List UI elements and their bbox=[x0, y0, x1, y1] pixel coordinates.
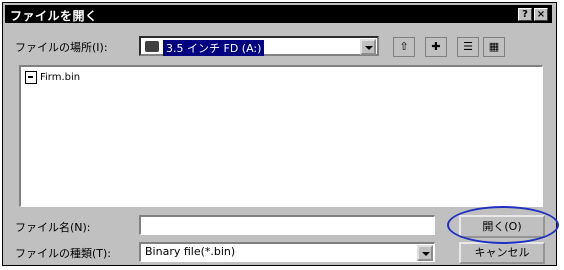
highlight-ellipse bbox=[447, 206, 559, 244]
details-view-icon: ▦ bbox=[488, 40, 500, 53]
title-bar: ファイルを開く ? × bbox=[5, 5, 552, 23]
file-name-label: ファイル名(N): bbox=[15, 221, 91, 234]
list-view-button[interactable]: ☰ bbox=[457, 37, 479, 57]
file-item[interactable]: Firm.bin bbox=[25, 71, 80, 84]
new-folder-button[interactable]: ✚ bbox=[425, 37, 447, 57]
look-in-value: 3.5 インチ FD (A:) bbox=[163, 40, 265, 56]
file-type-label: ファイルの種類(T): bbox=[15, 247, 112, 260]
cancel-button[interactable]: キャンセル bbox=[459, 242, 545, 264]
look-in-dropdown-button[interactable] bbox=[360, 39, 376, 55]
look-in-label: ファイルの場所(I): bbox=[15, 41, 108, 54]
close-button[interactable]: × bbox=[534, 8, 548, 21]
floppy-drive-icon bbox=[145, 41, 159, 52]
file-list[interactable]: Firm.bin bbox=[19, 65, 543, 207]
dialog-title: ファイルを開く bbox=[10, 9, 98, 23]
up-folder-button[interactable]: ⇧ bbox=[393, 37, 415, 57]
list-view-icon: ☰ bbox=[463, 40, 473, 53]
new-folder-icon: ✚ bbox=[431, 40, 441, 53]
help-button[interactable]: ? bbox=[518, 8, 532, 21]
file-icon bbox=[25, 71, 37, 84]
file-type-dropdown-button[interactable] bbox=[417, 245, 433, 261]
up-folder-icon: ⇧ bbox=[399, 40, 409, 53]
file-type-value: Binary file(*.bin) bbox=[145, 245, 236, 258]
file-type-select[interactable]: Binary file(*.bin) bbox=[139, 242, 435, 262]
look-in-combo[interactable]: 3.5 インチ FD (A:) bbox=[139, 36, 379, 56]
details-view-button[interactable]: ▦ bbox=[483, 37, 505, 57]
file-name-input[interactable] bbox=[139, 215, 435, 235]
file-name: Firm.bin bbox=[40, 72, 81, 83]
